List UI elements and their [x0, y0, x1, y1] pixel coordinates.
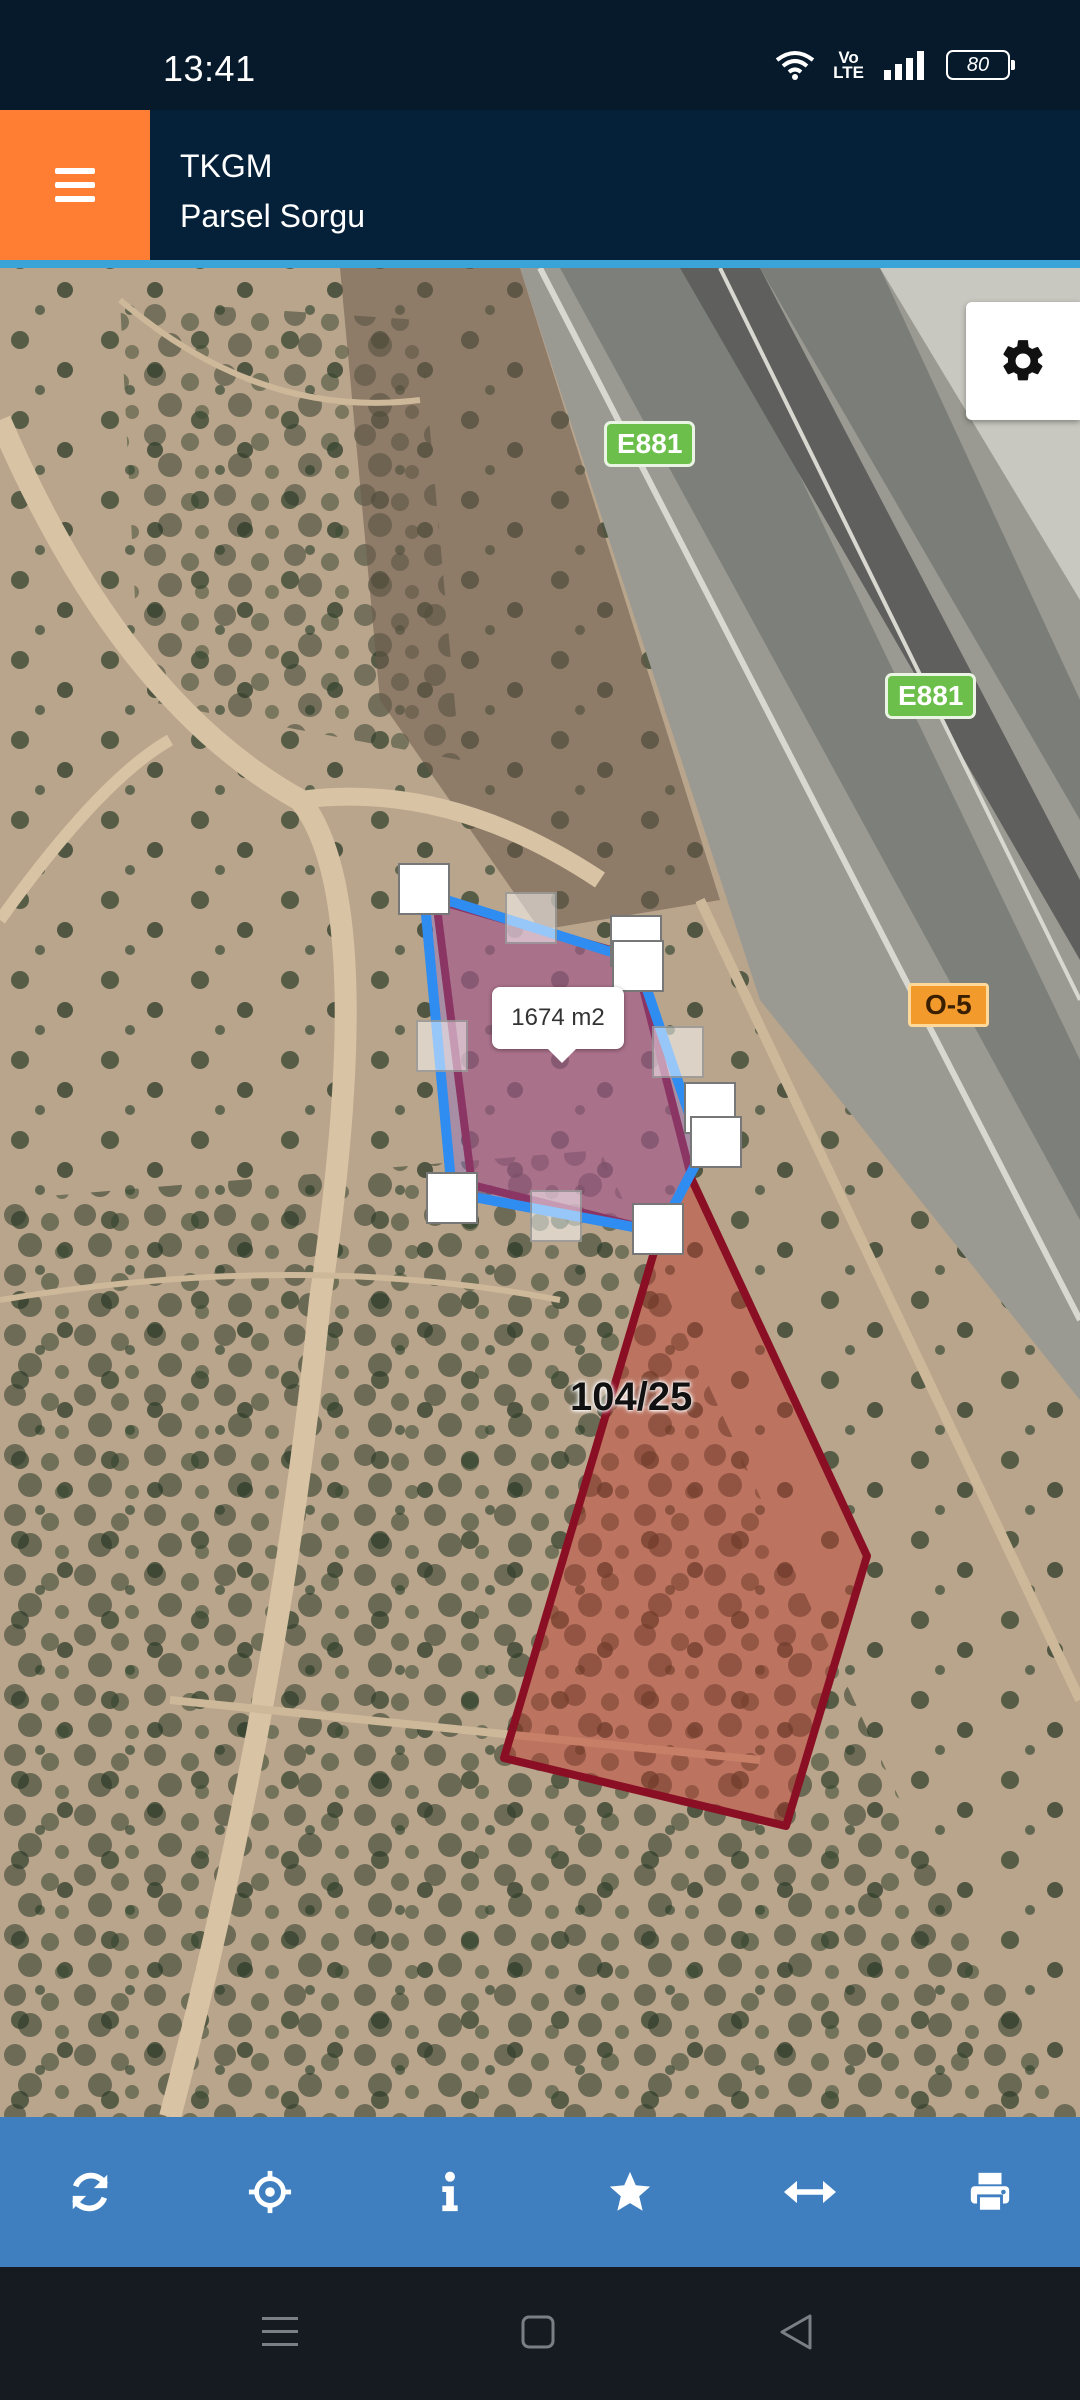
volte-indicator: Vo LTE	[833, 49, 864, 82]
status-time: 13:41	[163, 48, 256, 89]
gear-icon	[1003, 340, 1043, 381]
info-button[interactable]	[390, 2132, 510, 2252]
signal-icon	[884, 51, 924, 80]
midpoint-handle[interactable]	[505, 892, 557, 944]
app-subtitle: Parsel Sorgu	[180, 198, 365, 234]
app-header: TKGM Parsel Sorgu	[0, 110, 1080, 260]
back-nav-icon	[780, 2314, 812, 2350]
horizontal-arrows-icon	[784, 2180, 836, 2204]
locate-button[interactable]	[210, 2132, 330, 2252]
bottom-toolbar	[0, 2117, 1080, 2267]
vertex-handle[interactable]	[612, 940, 664, 992]
print-button[interactable]	[930, 2132, 1050, 2252]
road-sign-e881-1: E881	[604, 421, 696, 467]
header-divider	[0, 260, 1080, 268]
hamburger-icon	[55, 168, 95, 202]
road-sign-e881-2: E881	[885, 673, 977, 719]
measure-button[interactable]	[750, 2132, 870, 2252]
vertex-handle[interactable]	[398, 863, 450, 915]
map-view[interactable]: E881 E881 O-5	[0, 268, 1080, 2117]
midpoint-handle[interactable]	[652, 1026, 704, 1078]
home-nav-icon	[521, 2315, 555, 2349]
midpoint-handle[interactable]	[416, 1020, 468, 1072]
battery-indicator: 80	[946, 50, 1015, 80]
crosshair-icon	[248, 2170, 292, 2214]
printer-icon	[970, 2172, 1010, 2213]
recents-button[interactable]	[250, 2307, 310, 2357]
status-bar: 13:41 Vo LTE 80	[0, 0, 1080, 110]
refresh-icon	[72, 2172, 108, 2212]
refresh-button[interactable]	[30, 2132, 150, 2252]
app-title: TKGM	[180, 148, 273, 184]
vertex-handle[interactable]	[632, 1203, 684, 1255]
parcel-number-label: 104/25	[570, 1375, 693, 1419]
volte-bottom: LTE	[833, 63, 864, 82]
vertex-handle[interactable]	[690, 1116, 742, 1168]
menu-button[interactable]	[0, 110, 150, 260]
system-nav-bar	[0, 2267, 1080, 2400]
status-icons: Vo LTE 80	[775, 49, 1015, 82]
info-icon	[442, 2171, 458, 2212]
vertex-handle[interactable]	[426, 1172, 478, 1224]
star-icon	[609, 2171, 651, 2211]
home-button[interactable]	[508, 2307, 568, 2357]
route-sign-o5: O-5	[908, 983, 989, 1027]
favorite-button[interactable]	[570, 2132, 690, 2252]
settings-button[interactable]	[966, 302, 1080, 420]
area-measurement-tooltip: 1674 m2	[492, 987, 624, 1063]
midpoint-handle[interactable]	[530, 1190, 582, 1242]
wifi-icon	[775, 51, 815, 80]
back-button[interactable]	[766, 2307, 826, 2357]
menu-nav-icon	[262, 2317, 298, 2346]
